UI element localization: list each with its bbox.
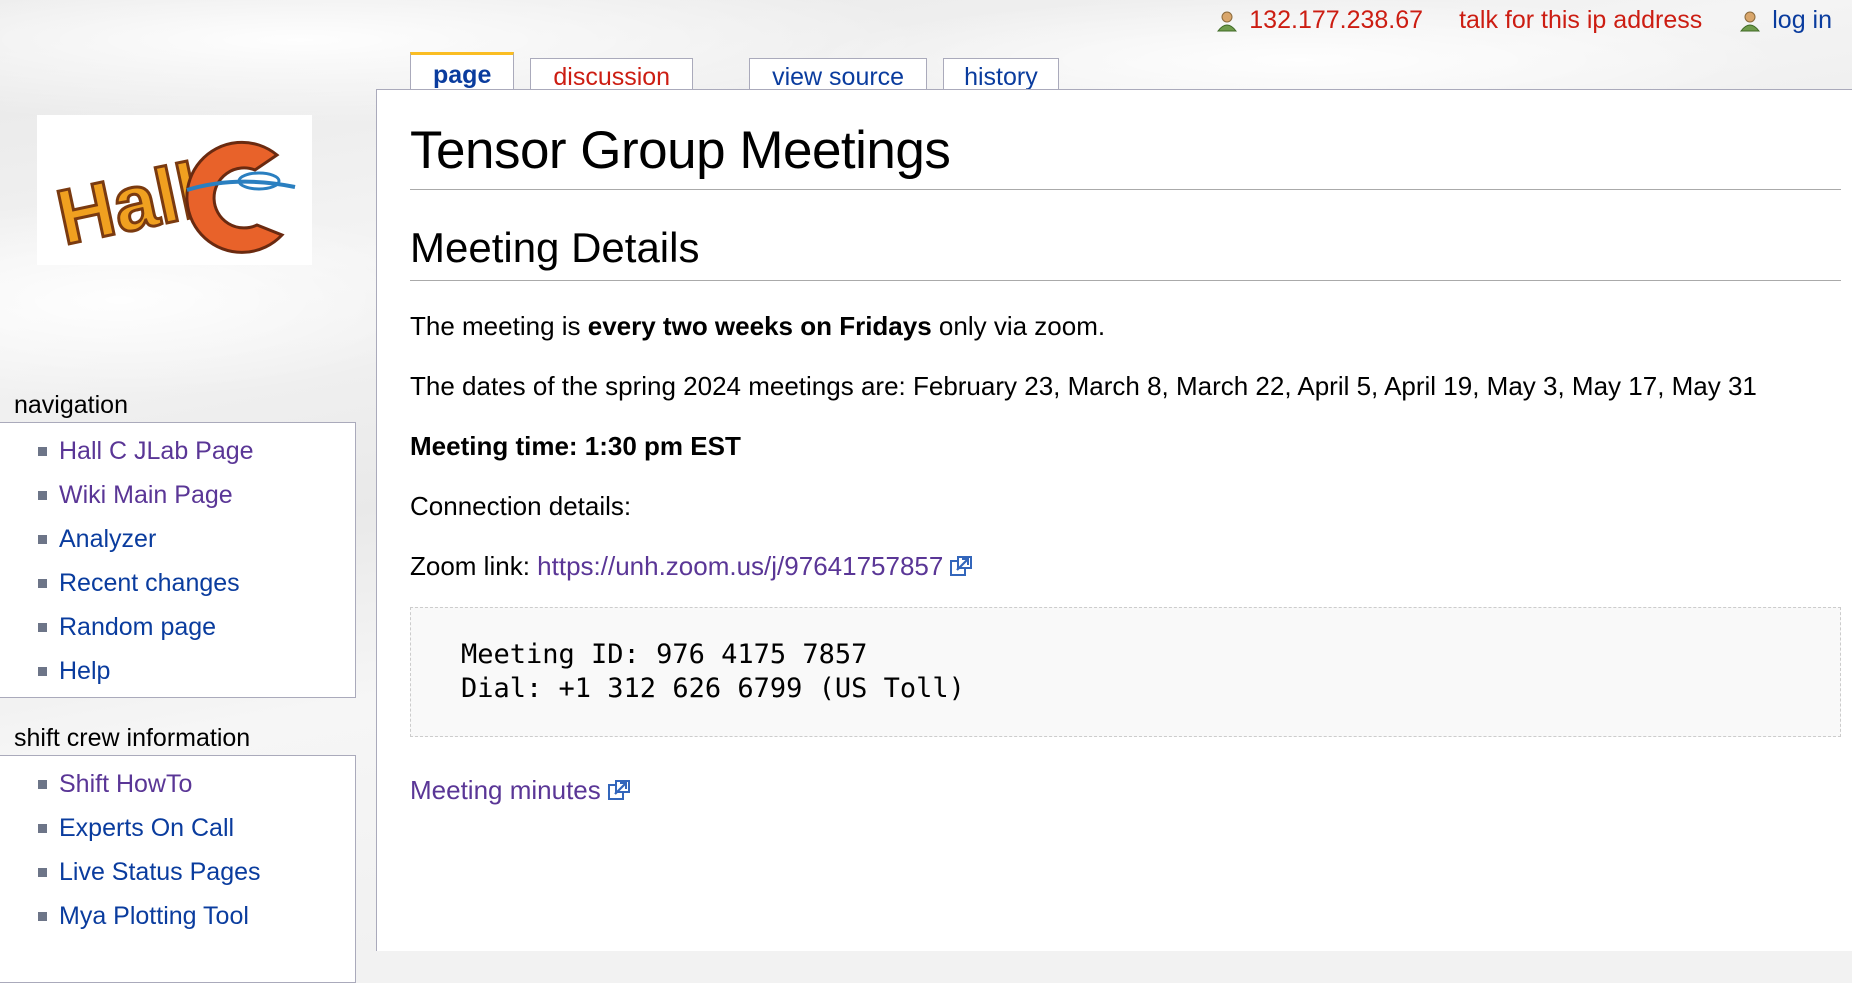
shift-crew-portlet: shift crew information Shift HowTo Exper… (0, 721, 356, 983)
shift-item-live-status: Live Status Pages (38, 850, 355, 894)
main-content: Tensor Group Meetings Meeting Details Th… (376, 89, 1852, 951)
meeting-id-box: Meeting ID: 976 4175 7857 Dial: +1 312 6… (410, 607, 1841, 737)
page-title: Tensor Group Meetings (410, 120, 1841, 190)
external-link-icon (950, 556, 973, 576)
zoom-link[interactable]: https://unh.zoom.us/j/97641757857 (537, 551, 943, 581)
logo-lettering: Hall (49, 146, 207, 262)
login-item: log in (1738, 6, 1832, 35)
shift-item-howto: Shift HowTo (38, 762, 355, 806)
shift-crew-heading: shift crew information (14, 724, 251, 752)
frequency-bold: every two weeks on Fridays (587, 311, 932, 341)
personal-tools-bar: 132.177.238.67 talk for this ip address … (1179, 6, 1832, 35)
navigation-body: Hall C JLab Page Wiki Main Page Analyzer… (0, 422, 356, 698)
nav-item-random-page: Random page (38, 605, 355, 649)
frequency-prefix: The meeting is (410, 311, 588, 341)
shift-item-mya: Mya Plotting Tool (38, 894, 355, 938)
talk-item: talk for this ip address (1459, 6, 1702, 35)
meeting-dates-text: The dates of the spring 2024 meetings ar… (410, 371, 1757, 401)
nav-item-help: Help (38, 649, 355, 693)
shift-link-mya[interactable]: Mya Plotting Tool (59, 894, 249, 938)
nav-link-wiki-main[interactable]: Wiki Main Page (59, 473, 233, 517)
nav-item-wiki-main: Wiki Main Page (38, 473, 355, 517)
nav-item-hall-c-jlab: Hall C JLab Page (38, 429, 355, 473)
bullet-icon (38, 534, 47, 544)
user-icon (1217, 11, 1238, 31)
section-heading-meeting-details: Meeting Details (410, 224, 1841, 281)
hall-c-logo-image: Hall (48, 140, 296, 263)
ip-address-link[interactable]: 132.177.238.67 (1249, 6, 1423, 35)
external-link-icon (607, 780, 630, 800)
user-icon (1740, 11, 1761, 31)
shift-link-live-status[interactable]: Live Status Pages (59, 850, 261, 894)
navigation-portlet: navigation Hall C JLab Page Wiki Main Pa… (0, 388, 356, 698)
meeting-time-bold: Meeting time: 1:30 pm EST (410, 431, 741, 461)
ip-address-item: 132.177.238.67 (1215, 6, 1423, 35)
connection-details-text: Connection details: (410, 491, 632, 521)
shift-item-experts: Experts On Call (38, 806, 355, 850)
bullet-icon (38, 823, 47, 833)
bullet-icon (38, 622, 47, 632)
frequency-suffix: only via zoom. (931, 311, 1106, 341)
bullet-icon (38, 490, 47, 500)
bullet-icon (38, 867, 47, 877)
article-body: Tensor Group Meetings Meeting Details Th… (410, 90, 1841, 813)
zoom-label: Zoom link: (410, 551, 538, 581)
shift-link-howto[interactable]: Shift HowTo (59, 762, 192, 806)
nav-link-help[interactable]: Help (59, 649, 110, 693)
bullet-icon (38, 578, 47, 588)
bullet-icon (38, 666, 47, 676)
navigation-heading: navigation (14, 391, 128, 419)
bullet-icon (38, 446, 47, 456)
meeting-minutes-link[interactable]: Meeting minutes (410, 775, 601, 805)
bullet-icon (38, 911, 47, 921)
dial-in-line: Dial: +1 312 626 6799 (US Toll) (461, 673, 965, 704)
shift-crew-body: Shift HowTo Experts On Call Live Status … (0, 755, 356, 983)
meeting-frequency-text: The meeting is every two weeks on Friday… (410, 303, 1841, 349)
login-link[interactable]: log in (1772, 6, 1832, 35)
meeting-id-line: Meeting ID: 976 4175 7857 (461, 639, 868, 670)
meeting-time-text: Meeting time: 1:30 pm EST (410, 423, 1841, 469)
shift-link-experts[interactable]: Experts On Call (59, 806, 234, 850)
nav-link-recent-changes[interactable]: Recent changes (59, 561, 240, 605)
nav-link-random-page[interactable]: Random page (59, 605, 216, 649)
meeting-minutes-paragraph: Meeting minutes (410, 767, 1841, 813)
bullet-icon (38, 779, 47, 789)
nav-link-analyzer[interactable]: Analyzer (59, 517, 156, 561)
nav-link-hall-c-jlab[interactable]: Hall C JLab Page (59, 429, 254, 473)
zoom-link-paragraph: Zoom link: https://unh.zoom.us/j/9764175… (410, 543, 1841, 589)
nav-item-recent-changes: Recent changes (38, 561, 355, 605)
talk-link[interactable]: talk for this ip address (1459, 6, 1702, 35)
site-logo[interactable]: Hall (37, 115, 312, 265)
nav-item-analyzer: Analyzer (38, 517, 355, 561)
